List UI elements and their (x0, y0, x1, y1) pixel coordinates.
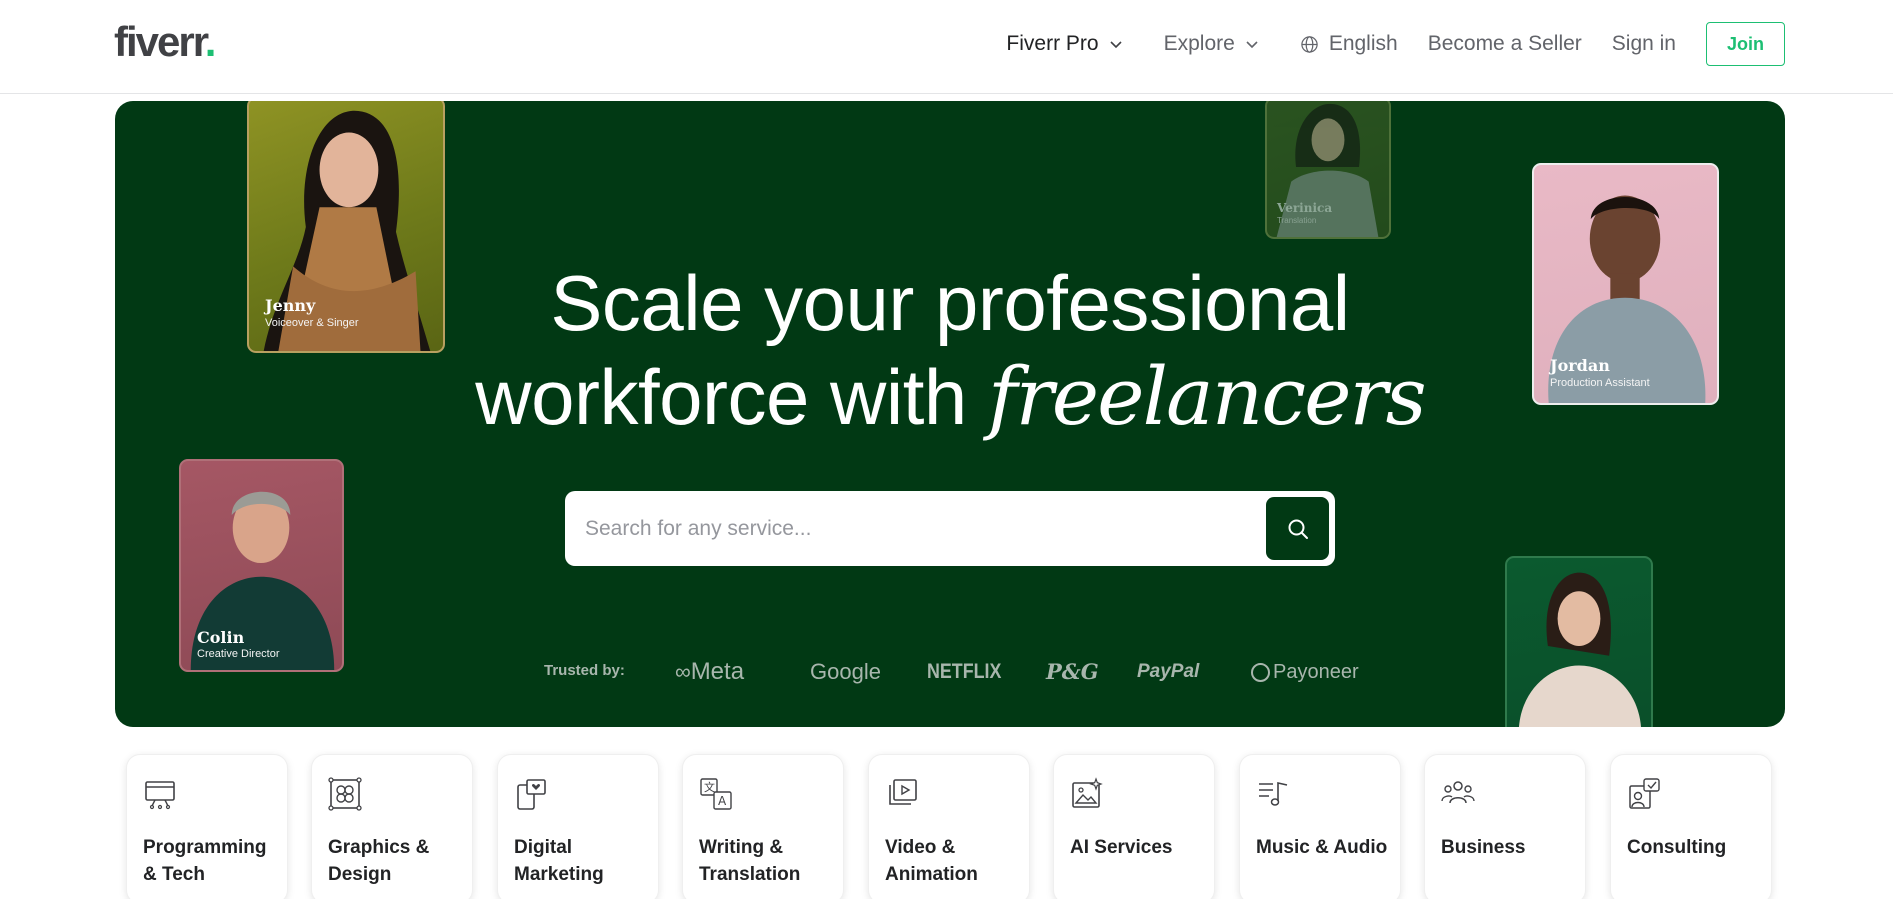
main-nav: Fiverr Pro Explore English Become a Sell… (976, 22, 1785, 66)
chevron-down-icon (1110, 41, 1122, 49)
language-selector[interactable]: English (1300, 32, 1398, 56)
explore-menu[interactable]: Explore (1164, 32, 1260, 56)
person-photo (1519, 572, 1641, 727)
category-label: Writing & Translation (699, 837, 801, 885)
freelancer-card-colin: Colin Creative Director (179, 459, 344, 672)
trusted-by-label: Trusted by: (544, 662, 625, 679)
join-button[interactable]: Join (1706, 22, 1785, 66)
hero-headline-plain: workforce with (475, 353, 988, 441)
logo-text: fiverr (114, 18, 207, 65)
trusted-by-row: Trusted by: ∞Meta Google NETFLIX P&G Pay… (115, 652, 1785, 692)
globe-icon (1301, 35, 1318, 53)
category-label: Music & Audio (1256, 837, 1388, 858)
brand-logo-payoneer: Payoneer (1251, 656, 1359, 688)
top-header: fiverr. Fiverr Pro Explore English Becom… (0, 0, 1893, 94)
brand-logo-paypal: PayPal (1137, 661, 1200, 682)
category-label: Video & Animation (885, 837, 978, 885)
meta-infinity-icon: ∞ (675, 659, 691, 684)
category-label: Business (1441, 837, 1526, 858)
category-label: AI Services (1070, 837, 1173, 858)
svg-text:A: A (718, 794, 727, 808)
category-label: Programming & Tech (143, 837, 267, 885)
freelancer-card-verinica: Verinica Translation (1265, 101, 1391, 239)
ai-image-icon (1072, 777, 1103, 808)
fiverr-pro-label: Fiverr Pro (1006, 32, 1099, 55)
category-label: Consulting (1627, 837, 1727, 858)
brand-name: Meta (690, 658, 745, 685)
category-row: Programming & Tech Graphics & Design Dig… (126, 754, 1772, 899)
category-label: Graphics & Design (328, 837, 430, 885)
video-play-icon (889, 779, 917, 805)
hero-headline-italic: freelancers (987, 350, 1427, 443)
category-card-digital-marketing[interactable]: Digital Marketing (497, 754, 659, 899)
search-button[interactable] (1266, 497, 1329, 560)
category-card-video[interactable]: Video & Animation (868, 754, 1030, 899)
freelancer-name: Verinica (1277, 201, 1333, 215)
chevron-down-icon (1246, 41, 1258, 49)
svg-text:文: 文 (704, 780, 715, 794)
category-card-graphics[interactable]: Graphics & Design (311, 754, 473, 899)
freelancer-card (1505, 556, 1653, 727)
search-input[interactable] (585, 491, 1245, 566)
brand-name: Payoneer (1273, 661, 1359, 683)
monitor-icon (145, 781, 175, 810)
logo-dot: . (204, 18, 217, 65)
translate-icon: 文A (700, 778, 732, 810)
category-card-business[interactable]: Business (1424, 754, 1586, 899)
hero-headline: Scale your professional workforce with f… (115, 256, 1785, 444)
category-card-consulting[interactable]: Consulting (1610, 754, 1772, 899)
brand-logo-google: Google (810, 659, 881, 684)
become-seller-link[interactable]: Become a Seller (1428, 32, 1582, 56)
fiverr-logo[interactable]: fiverr. (114, 16, 217, 68)
fiverr-pro-menu[interactable]: Fiverr Pro (1006, 32, 1123, 56)
music-note-icon (1259, 782, 1288, 806)
language-label: English (1328, 32, 1398, 55)
category-card-programming[interactable]: Programming & Tech (126, 754, 288, 899)
category-label: Digital Marketing (514, 837, 604, 885)
brand-logo-meta: ∞Meta (675, 656, 744, 688)
search-icon (1288, 519, 1308, 539)
search-bar (565, 491, 1335, 566)
freelancer-name: Colin (197, 628, 245, 647)
phone-heart-icon (517, 779, 546, 810)
brand-logo-pg: P&G (1046, 659, 1099, 684)
category-card-music[interactable]: Music & Audio (1239, 754, 1401, 899)
people-group-icon (1441, 781, 1475, 804)
hero-banner: Jenny Voiceover & Singer Verinica Transl… (115, 101, 1785, 727)
category-card-writing[interactable]: 文A Writing & Translation (682, 754, 844, 899)
explore-label: Explore (1163, 32, 1235, 55)
category-card-ai-services[interactable]: AI Services (1053, 754, 1215, 899)
brand-logo-netflix: NETFLIX (927, 660, 1002, 683)
hero-headline-line1: Scale your professional (550, 259, 1350, 347)
design-frame-icon (328, 777, 362, 811)
payoneer-circle-icon (1251, 662, 1270, 682)
sign-in-link[interactable]: Sign in (1612, 32, 1676, 56)
freelancer-role: Translation (1277, 216, 1317, 225)
consulting-icon (1629, 778, 1660, 809)
hero-headline-line2: workforce with freelancers (115, 350, 1785, 444)
